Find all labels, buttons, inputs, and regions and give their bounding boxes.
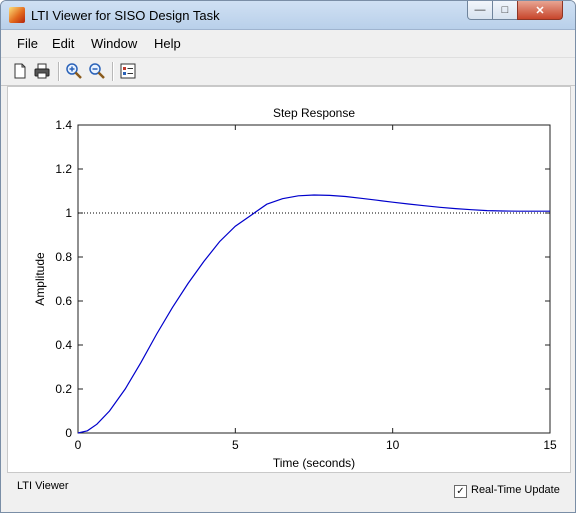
check-icon: ✓ — [456, 486, 465, 497]
x-tick-label: 5 — [232, 438, 239, 452]
lti-viewer-window: LTI Viewer for SISO Design Task — □ ✕ Fi… — [0, 0, 576, 513]
y-tick-label: 0.2 — [55, 382, 72, 396]
step-response-chart[interactable]: Step ResponseTime (seconds)Amplitude0 5 10… — [8, 87, 570, 472]
x-axis-label: Time (seconds) — [273, 456, 355, 470]
x-tick-label: 10 — [386, 438, 400, 452]
y-tick-label: 0 — [65, 426, 72, 440]
x-tick-label: 0 — [75, 438, 82, 452]
plot-config-icon[interactable] — [119, 62, 137, 80]
y-tick-label: 0.6 — [55, 294, 72, 308]
toolbar-separator — [58, 62, 60, 81]
maximize-icon: □ — [501, 4, 509, 16]
plot-panel: Step Response Time (seconds) Amplitude 0 5 10… — [7, 86, 571, 473]
print-icon[interactable] — [33, 62, 51, 80]
title-bar[interactable]: LTI Viewer for SISO Design Task — □ ✕ — [1, 1, 575, 30]
menu-bar: File Edit Window Help — [1, 30, 575, 56]
matlab-icon — [9, 7, 25, 23]
zoom-in-icon[interactable] — [65, 62, 83, 80]
y-tick-label: 1.4 — [55, 118, 72, 132]
y-tick-label: 0.8 — [55, 250, 72, 264]
realtime-update-label: Real-Time Update — [471, 484, 560, 496]
close-icon: ✕ — [535, 4, 545, 17]
realtime-update-checkbox[interactable]: ✓ — [454, 485, 467, 498]
y-axis-label: Amplitude — [33, 252, 47, 306]
status-text: LTI Viewer — [17, 480, 69, 492]
minimize-button[interactable]: — — [467, 1, 493, 20]
window-title: LTI Viewer for SISO Design Task — [31, 8, 220, 23]
menu-edit[interactable]: Edit — [52, 36, 74, 51]
chart-title: Step Response — [273, 106, 355, 120]
toolbar — [1, 57, 575, 86]
plot-axes-box — [77, 124, 551, 434]
new-file-icon[interactable] — [11, 62, 29, 80]
toolbar-separator — [112, 62, 114, 81]
x-tick-label: 15 — [543, 438, 557, 452]
maximize-button[interactable]: □ — [492, 1, 518, 20]
menu-help[interactable]: Help — [154, 36, 181, 51]
y-tick-label: 0.4 — [55, 338, 72, 352]
close-button[interactable]: ✕ — [517, 1, 563, 20]
menu-file[interactable]: File — [17, 36, 38, 51]
y-tick-label: 1.2 — [55, 162, 72, 176]
minimize-icon: — — [474, 4, 486, 16]
menu-window[interactable]: Window — [91, 36, 137, 51]
status-bar: LTI Viewer ✓ Real-Time Update — [1, 474, 575, 512]
y-tick-label: 1 — [65, 206, 72, 220]
zoom-out-icon[interactable] — [88, 62, 106, 80]
